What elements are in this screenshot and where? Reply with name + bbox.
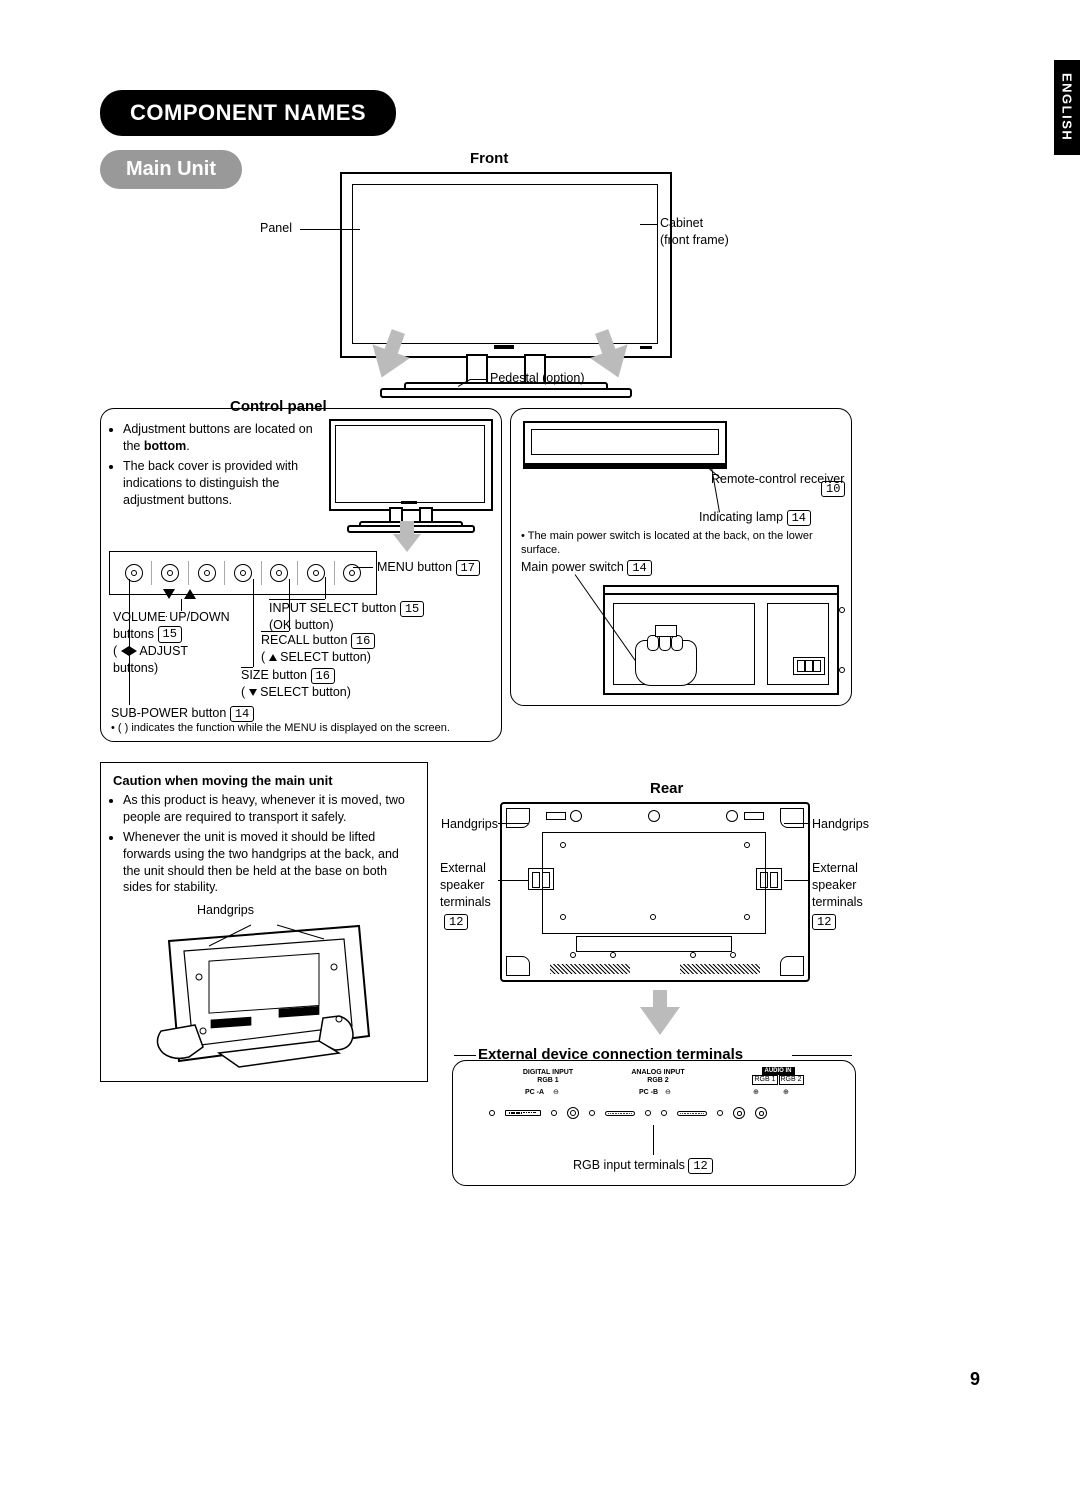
control-panel-tv — [329, 419, 489, 529]
label-rgb-input: RGB input terminals 12 — [573, 1157, 713, 1174]
lbl-pc-a: PC -A — [525, 1089, 544, 1096]
page-title: COMPONENT NAMES — [100, 90, 396, 136]
tv-corner-closeup — [523, 421, 727, 477]
ref-size: 16 — [311, 668, 335, 684]
label-ext-spk-right: External speaker terminals — [812, 860, 882, 911]
lbl-pc-b: PC -B — [639, 1089, 658, 1096]
connector-row — [489, 1101, 819, 1125]
label-indicating-lamp: Indicating lamp 14 — [699, 509, 811, 526]
audio-jack-1-icon — [733, 1107, 745, 1119]
main-power-note: The main power switch is located at the … — [521, 530, 813, 556]
terminals-box: DIGITAL INPUTRGB 1 ANALOG INPUTRGB 2 AUD… — [452, 1060, 856, 1186]
vga-port-2-icon — [677, 1111, 707, 1116]
size-button-icon — [234, 564, 252, 582]
caution-iso-drawing — [139, 921, 389, 1071]
heading-front: Front — [470, 150, 508, 167]
recall-button-icon — [270, 564, 288, 582]
dvi-port-icon — [505, 1110, 541, 1117]
caution-item-1: As this product is heavy, whenever it is… — [123, 792, 415, 826]
page-number: 9 — [970, 1369, 980, 1390]
ref-ext-spk-left: 12 — [444, 914, 468, 930]
ref-recall: 16 — [351, 633, 375, 649]
control-panel-box: Adjustment buttons are located on the bo… — [100, 408, 502, 742]
label-cabinet-line2: (front frame) — [660, 233, 729, 247]
vol-up-button-icon — [198, 564, 216, 582]
ref-remote-receiver: 10 — [821, 481, 845, 497]
rear-panel-drawing — [500, 802, 810, 982]
ref-main-power-switch: 14 — [627, 560, 651, 576]
right-indicator-box: Remote-control receiver 10 Indicating la… — [510, 408, 852, 706]
language-tab: ENGLISH — [1054, 60, 1080, 155]
control-panel-notes: Adjustment buttons are located on the bo… — [113, 421, 323, 511]
caution-title: Caution when moving the main unit — [113, 773, 415, 788]
label-ext-spk-left: External speaker terminals — [440, 860, 500, 911]
lbl-audio-in: AUDIO IN RGB 1RGB 2 — [743, 1067, 813, 1085]
section-main-unit: Main Unit — [100, 150, 242, 189]
paren-note: ( ) indicates the function while the MEN… — [118, 722, 450, 734]
caution-box: Caution when moving the main unit As thi… — [100, 762, 428, 1082]
label-panel: Panel — [260, 220, 292, 237]
label-pedestal: Pedestal (option) — [490, 370, 585, 387]
button-row — [109, 551, 377, 595]
ref-indicating-lamp: 14 — [787, 510, 811, 526]
label-size: SIZE button 16 ( SELECT button) — [241, 667, 351, 701]
sub-power-button-icon — [125, 564, 143, 582]
ref-ext-spk-right: 12 — [812, 914, 836, 930]
rear-corner-drawing — [603, 585, 839, 695]
label-handgrips-right: Handgrips — [812, 816, 869, 833]
ref-menu: 17 — [456, 560, 480, 576]
vga-port-1-icon — [605, 1111, 635, 1116]
label-recall: RECALL button 16 ( SELECT button) — [261, 632, 375, 666]
caution-handgrips-label: Handgrips — [197, 902, 415, 919]
iso-drawing-svg — [139, 921, 389, 1071]
note-back-cover: The back cover is provided with indicati… — [123, 459, 298, 507]
lbl-analog-input: ANALOG INPUTRGB 2 — [623, 1069, 693, 1084]
label-volume: VOLUME UP/DOWN buttons 15 ( ADJUSTbutton… — [113, 609, 243, 677]
input-select-button-icon — [307, 564, 325, 582]
caution-item-2: Whenever the unit is moved it should be … — [123, 829, 415, 897]
audio-jack-2-icon — [755, 1107, 767, 1119]
label-main-power-switch: Main power switch 14 — [521, 559, 652, 576]
label-cabinet: Cabinet (front frame) — [660, 215, 729, 249]
ps2-port-icon — [567, 1107, 579, 1119]
page: COMPONENT NAMES Main Unit Front Panel Ca… — [100, 90, 980, 1390]
label-handgrips-left: Handgrips — [440, 816, 498, 833]
label-cabinet-line1: Cabinet — [660, 216, 703, 230]
ref-rgb-input: 12 — [688, 1158, 712, 1174]
ref-volume: 15 — [158, 626, 182, 642]
note-adj-loc: Adjustment buttons are located on the bo… — [123, 422, 313, 453]
lbl-digital-input: DIGITAL INPUTRGB 1 — [513, 1069, 583, 1084]
vol-down-button-icon — [161, 564, 179, 582]
label-input-select: INPUT SELECT button 15 (OK button) — [269, 600, 424, 634]
label-subpower: SUB-POWER button 14 — [111, 705, 254, 722]
label-input-select-sub: (OK button) — [269, 618, 334, 632]
heading-rear: Rear — [650, 780, 683, 797]
language-tab-label: ENGLISH — [1060, 73, 1075, 141]
vol-arrow-icons — [163, 585, 196, 603]
label-menu: MENU button 17 — [377, 559, 480, 576]
ref-input-select: 15 — [400, 601, 424, 617]
ref-subpower: 14 — [230, 706, 254, 722]
